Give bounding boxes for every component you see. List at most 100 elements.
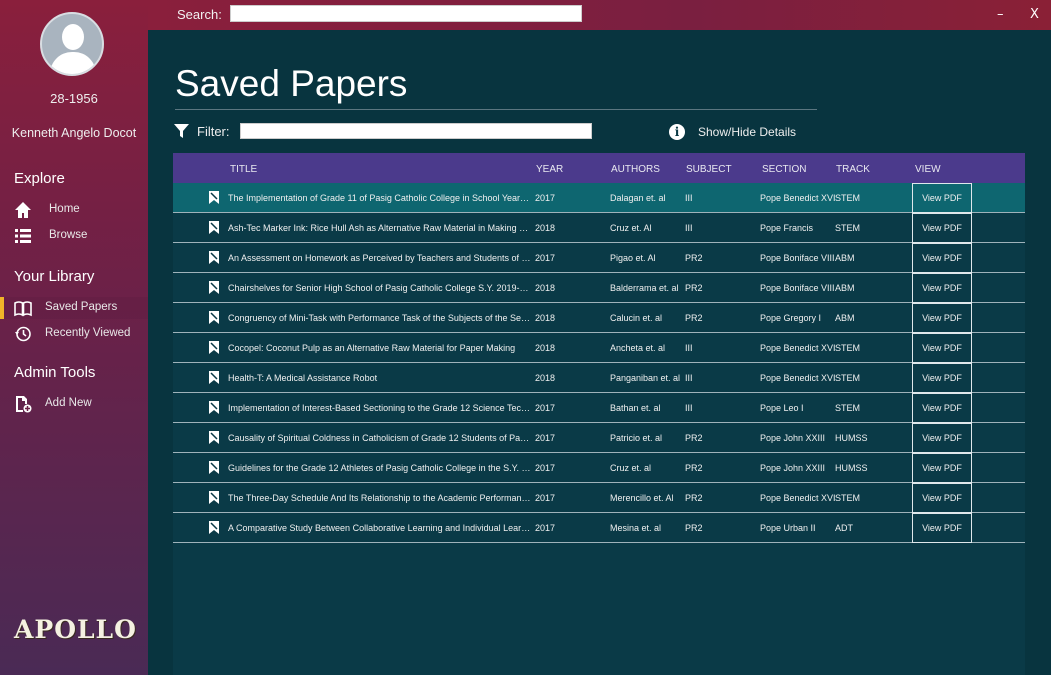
cell-year: 2018 — [535, 343, 556, 353]
view-pdf-button[interactable]: View PDF — [912, 303, 972, 333]
minimize-button[interactable]: – — [997, 7, 1004, 22]
cell-subject: III — [685, 223, 693, 233]
cell-track: ABM — [835, 313, 855, 323]
cell-section: Pope Francis — [760, 223, 814, 233]
sidebar-item-label: Home — [49, 203, 80, 215]
cell-track: ABM — [835, 283, 855, 293]
bookmark-icon — [209, 251, 219, 264]
column-header-authors[interactable]: AUTHORS — [611, 164, 660, 175]
cell-track: STEM — [835, 223, 861, 233]
view-pdf-button[interactable]: View PDF — [912, 363, 972, 393]
table-row[interactable]: Chairshelves for Senior High School of P… — [173, 273, 1025, 303]
sidebar-item-browse[interactable]: Browse — [0, 225, 148, 247]
view-pdf-button[interactable]: View PDF — [912, 423, 972, 453]
table-row[interactable]: A Comparative Study Between Collaborativ… — [173, 513, 1025, 543]
cell-section: Pope Urban II — [760, 523, 816, 533]
show-hide-details-toggle[interactable]: Show/Hide Details — [698, 125, 796, 139]
cell-title: A Comparative Study Between Collaborativ… — [228, 523, 531, 533]
sidebar-item-home[interactable]: Home — [0, 199, 148, 221]
cell-track: ABM — [835, 253, 855, 263]
cell-title: Causality of Spiritual Coldness in Catho… — [228, 433, 531, 443]
bookmark-icon — [209, 221, 219, 234]
column-header-section[interactable]: SECTION — [762, 164, 806, 175]
library-heading: Your Library — [14, 268, 95, 285]
sidebar-item-label: Add New — [45, 397, 92, 409]
bookmark-icon — [209, 281, 219, 294]
cell-subject: PR2 — [685, 313, 703, 323]
table-row[interactable]: An Assessment on Homework as Perceived b… — [173, 243, 1025, 273]
cell-title: Ash-Tec Marker Ink: Rice Hull Ash as Alt… — [228, 223, 531, 233]
bookmark-icon — [209, 491, 219, 504]
list-icon — [15, 229, 31, 243]
sidebar-item-saved-papers[interactable]: Saved Papers — [0, 297, 148, 319]
column-header-subject[interactable]: SUBJECT — [686, 164, 732, 175]
active-indicator — [0, 297, 4, 319]
cell-title: An Assessment on Homework as Perceived b… — [228, 253, 531, 263]
bookmark-icon — [209, 401, 219, 414]
table-row[interactable]: Implementation of Interest-Based Section… — [173, 393, 1025, 423]
table-row[interactable]: Ash-Tec Marker Ink: Rice Hull Ash as Alt… — [173, 213, 1025, 243]
view-pdf-button[interactable]: View PDF — [912, 393, 972, 423]
cell-track: ADT — [835, 523, 853, 533]
cell-section: Pope Boniface VIII — [760, 253, 835, 263]
sidebar-item-label: Saved Papers — [45, 301, 118, 313]
admin-tools-heading: Admin Tools — [14, 364, 96, 381]
cell-section: Pope John XXIII — [760, 433, 826, 443]
cell-title: Implementation of Interest-Based Section… — [228, 403, 531, 413]
cell-track: STEM — [835, 493, 861, 503]
search-input[interactable] — [230, 5, 582, 22]
view-pdf-button[interactable]: View PDF — [912, 213, 972, 243]
table-row[interactable]: Health-T: A Medical Assistance Robot 2018… — [173, 363, 1025, 393]
cell-authors: Dalagan et. al — [610, 193, 666, 203]
column-header-track[interactable]: TRACK — [836, 164, 870, 175]
sidebar-item-label: Browse — [49, 229, 88, 241]
sidebar-item-recently-viewed[interactable]: Recently Viewed — [0, 323, 148, 345]
user-id: 28-1956 — [50, 91, 98, 106]
close-button[interactable]: X — [1030, 7, 1039, 22]
cell-section: Pope John XXIII — [760, 463, 826, 473]
view-pdf-button[interactable]: View PDF — [912, 183, 972, 213]
cell-title: Chairshelves for Senior High School of P… — [228, 283, 531, 293]
search-label: Search: — [177, 7, 222, 22]
cell-subject: PR2 — [685, 463, 703, 473]
cell-subject: III — [685, 403, 693, 413]
cell-track: STEM — [835, 373, 861, 383]
cell-section: Pope Gregory I — [760, 313, 822, 323]
cell-section: Pope Benedict XVI — [760, 193, 836, 203]
table-row[interactable]: The Three-Day Schedule And Its Relations… — [173, 483, 1025, 513]
view-pdf-button[interactable]: View PDF — [912, 243, 972, 273]
cell-track: HUMSS — [835, 463, 868, 473]
table-row[interactable]: Causality of Spiritual Coldness in Catho… — [173, 423, 1025, 453]
filter-input[interactable] — [240, 123, 592, 139]
view-pdf-button[interactable]: View PDF — [912, 333, 972, 363]
cell-title: Health-T: A Medical Assistance Robot — [228, 373, 378, 383]
view-pdf-button[interactable]: View PDF — [912, 513, 972, 543]
cell-authors: Pigao et. Al — [610, 253, 656, 263]
info-icon[interactable]: i — [669, 124, 685, 140]
table-row[interactable]: The Implementation of Grade 11 of Pasig … — [173, 183, 1025, 213]
cell-title: Congruency of Mini-Task with Performance… — [228, 313, 531, 323]
user-avatar[interactable] — [40, 12, 104, 76]
table-row[interactable]: Cocopel: Coconut Pulp as an Alternative … — [173, 333, 1025, 363]
title-bar: Search: – X — [148, 0, 1051, 30]
table-row[interactable]: Congruency of Mini-Task with Performance… — [173, 303, 1025, 333]
view-pdf-button[interactable]: View PDF — [912, 453, 972, 483]
column-header-year[interactable]: YEAR — [536, 164, 563, 175]
cell-authors: Cruz et. Al — [610, 223, 652, 233]
column-header-title[interactable]: TITLE — [230, 164, 257, 175]
bookmark-icon — [209, 431, 219, 444]
view-pdf-button[interactable]: View PDF — [912, 483, 972, 513]
sidebar: 28-1956 Kenneth Angelo Docot Explore Hom… — [0, 0, 148, 675]
filter-label: Filter: — [197, 124, 230, 139]
cell-subject: III — [685, 193, 693, 203]
explore-heading: Explore — [14, 170, 65, 187]
table-row[interactable]: Guidelines for the Grade 12 Athletes of … — [173, 453, 1025, 483]
cell-subject: PR2 — [685, 253, 703, 263]
cell-year: 2018 — [535, 313, 556, 323]
sidebar-item-add-new[interactable]: Add New — [0, 393, 148, 415]
cell-title: The Three-Day Schedule And Its Relations… — [228, 493, 531, 503]
cell-subject: III — [685, 373, 693, 383]
cell-track: STEM — [835, 403, 861, 413]
bookmark-icon — [209, 311, 219, 324]
view-pdf-button[interactable]: View PDF — [912, 273, 972, 303]
